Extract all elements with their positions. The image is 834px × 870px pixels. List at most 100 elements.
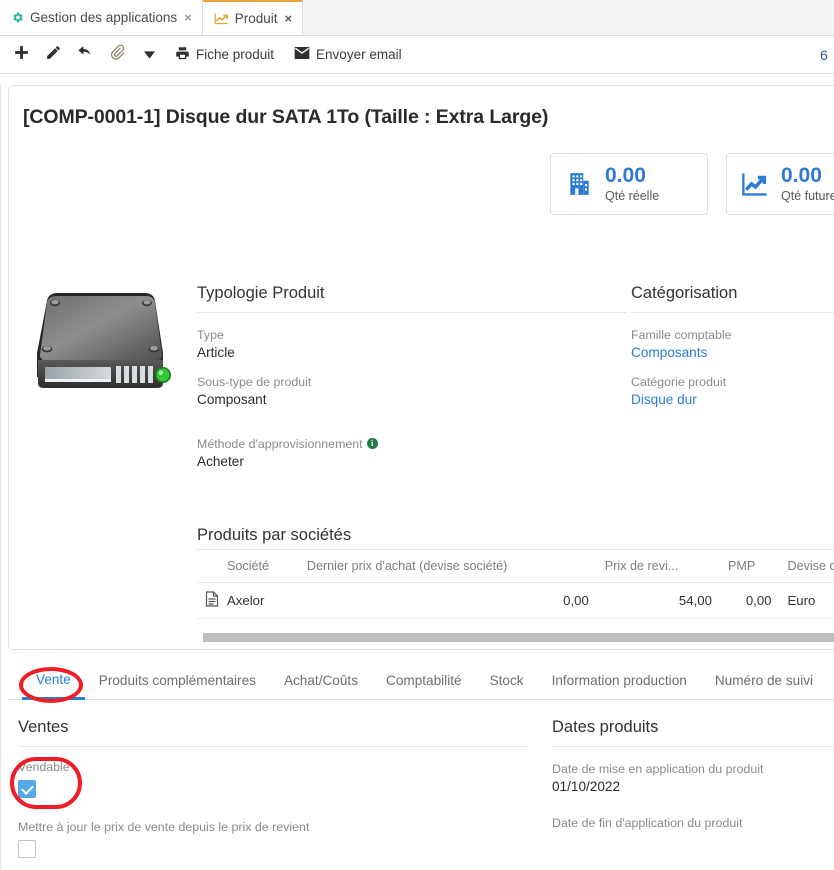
cell-devise: Euro [779, 582, 834, 619]
table-header-devise[interactable]: Devise d [779, 549, 834, 583]
paperclip-icon [109, 44, 125, 65]
building-icon [565, 170, 593, 198]
send-email-button[interactable]: Envoyer email [284, 40, 412, 70]
field-value-type: Article [197, 345, 235, 360]
tab-achat-couts[interactable]: Achat/Coûts [270, 662, 372, 700]
section-title: Ventes [18, 718, 69, 736]
close-icon[interactable]: × [284, 12, 292, 25]
section-divider [197, 312, 627, 313]
product-image [23, 281, 175, 411]
table-horizontal-scrollbar[interactable] [203, 633, 834, 642]
attachment-button[interactable] [101, 40, 133, 70]
tab-comptabilite[interactable]: Comptabilité [372, 662, 476, 700]
section-divider [18, 746, 528, 747]
info-icon[interactable]: i [366, 438, 378, 449]
content-left-border [0, 85, 1, 870]
pencil-icon [45, 44, 62, 66]
page-title: [COMP-0001-1] Disque dur SATA 1To (Taill… [23, 106, 549, 128]
field-label-categorie-produit: Catégorie produit [631, 375, 727, 389]
close-icon[interactable]: × [184, 11, 192, 24]
print-fiche-produit-button[interactable]: Fiche produit [165, 40, 284, 70]
kpi-card-qte-reelle[interactable]: 0.00 Qté réelle [550, 153, 708, 215]
section-title: Typologie Produit [197, 284, 325, 302]
section-title: Catégorisation [631, 284, 738, 302]
field-label-mettre-a-jour-prix-vente: Mettre à jour le prix de vente depuis le… [18, 820, 310, 834]
field-label-famille-comptable: Famille comptable [631, 328, 732, 342]
kpi-value: 0.00 [781, 163, 822, 187]
trend-up-icon [741, 170, 769, 198]
field-label-vendable: Vendable [18, 760, 70, 774]
section-divider [552, 746, 834, 747]
browser-tab-bar: Gestion des applications × Produit × [0, 0, 834, 36]
field-value-date-mise-en-application[interactable]: 01/10/2022 [552, 779, 834, 794]
plus-icon [13, 44, 30, 66]
field-label-text: Méthode d'approvisionnement [197, 437, 363, 451]
kpi-label: Qté future [781, 189, 834, 204]
cell-pmp: 0,00 [719, 582, 780, 619]
edit-record-button[interactable] [37, 40, 69, 70]
record-panel: [COMP-0001-1] Disque dur SATA 1To (Taill… [8, 85, 834, 650]
table-header-dernier-prix-achat[interactable]: Dernier prix d'achat (devise société) [298, 549, 597, 583]
table-header-societe[interactable]: Société [219, 549, 299, 583]
update-sale-price-checkbox[interactable] [18, 840, 36, 858]
table-header-prix-de-revient[interactable]: Prix de revi... [596, 549, 720, 583]
table-header-icon-col [197, 549, 219, 583]
field-label-type: Type [197, 328, 224, 342]
cell-dernier-prix-achat: 0,00 [298, 582, 597, 619]
kpi-value: 0.00 [605, 163, 646, 187]
tab-bar-filler [303, 0, 834, 35]
section-title: Dates produits [552, 718, 659, 736]
tab-vente[interactable]: Vente [22, 662, 85, 700]
produits-societes-table: Société Dernier prix d'achat (devise soc… [197, 549, 834, 619]
kpi-card-group: 0.00 Qté réelle 0.00 Qté future [550, 153, 834, 215]
kpi-label: Qté réelle [605, 189, 660, 204]
browser-tab-produit[interactable]: Produit × [202, 0, 304, 35]
record-toolbar: Fiche produit Envoyer email 6 [0, 36, 834, 74]
new-record-button[interactable] [5, 40, 37, 70]
browser-tab-label: Gestion des applications [30, 9, 178, 25]
field-value-famille-comptable[interactable]: Composants [631, 345, 834, 360]
vendable-checkbox[interactable] [18, 780, 36, 798]
field-label-sous-type: Sous-type de produit [197, 375, 312, 389]
envelope-icon [294, 46, 310, 63]
kpi-card-qte-future[interactable]: 0.00 Qté future [726, 153, 834, 215]
tab-information-production[interactable]: Information production [538, 662, 701, 700]
tab-variantes[interactable]: Va [827, 662, 834, 700]
table-header-pmp[interactable]: PMP [719, 549, 780, 583]
gear-icon [11, 11, 24, 24]
printer-icon [175, 46, 190, 64]
back-button[interactable] [69, 40, 101, 70]
more-actions-button[interactable] [133, 40, 165, 70]
section-produits-par-societes: Produits par sociétés Société Dernier pr… [197, 526, 834, 619]
tab-stock[interactable]: Stock [476, 662, 538, 700]
tab-numero-de-suivi[interactable]: Numéro de suivi [701, 662, 827, 700]
chevron-down-icon [143, 46, 155, 64]
table-row[interactable]: Axelor 0,00 54,00 0,00 Euro [197, 582, 834, 619]
field-label-date-fin-application: Date de fin d'application du produit [552, 816, 743, 830]
email-button-label: Envoyer email [316, 47, 402, 62]
section-ventes: Ventes Vendable Mettre à jour le prix de… [18, 718, 528, 858]
table-header-row: Société Dernier prix d'achat (devise soc… [197, 549, 834, 583]
document-icon [197, 582, 219, 619]
section-dates-produits: Dates produits Date de mise en applicati… [552, 718, 834, 850]
section-categorisation: Catégorisation Famille comptable Composa… [631, 284, 834, 407]
section-title: Produits par sociétés [197, 526, 352, 544]
browser-tab-gestion-des-applications[interactable]: Gestion des applications × [0, 0, 203, 35]
field-label-date-mise-en-application: Date de mise en application du produit [552, 762, 764, 776]
section-typologie-produit: Typologie Produit Type Article Sous-type… [197, 284, 627, 469]
section-divider [631, 312, 834, 313]
chart-line-icon [214, 12, 229, 25]
field-value-sous-type: Composant [197, 392, 267, 407]
cell-societe: Axelor [219, 582, 299, 619]
cell-prix-de-revient: 54,00 [596, 582, 720, 619]
field-value-date-fin-application[interactable] [552, 833, 834, 850]
browser-tab-label: Produit [234, 11, 278, 26]
tab-produits-complementaires[interactable]: Produits complémentaires [85, 662, 270, 700]
field-label-methode-approvisionnement: Méthode d'approvisionnement i [197, 437, 627, 451]
record-detail-tabs: Vente Produits complémentaires Achat/Coû… [8, 662, 834, 700]
field-value-categorie-produit[interactable]: Disque dur [631, 392, 834, 407]
toolbar-right-clipped-text: 6 [820, 46, 828, 63]
undo-arrow-icon [76, 44, 95, 66]
field-value-methode-approvisionnement: Acheter [197, 454, 244, 469]
print-button-label: Fiche produit [196, 47, 275, 62]
